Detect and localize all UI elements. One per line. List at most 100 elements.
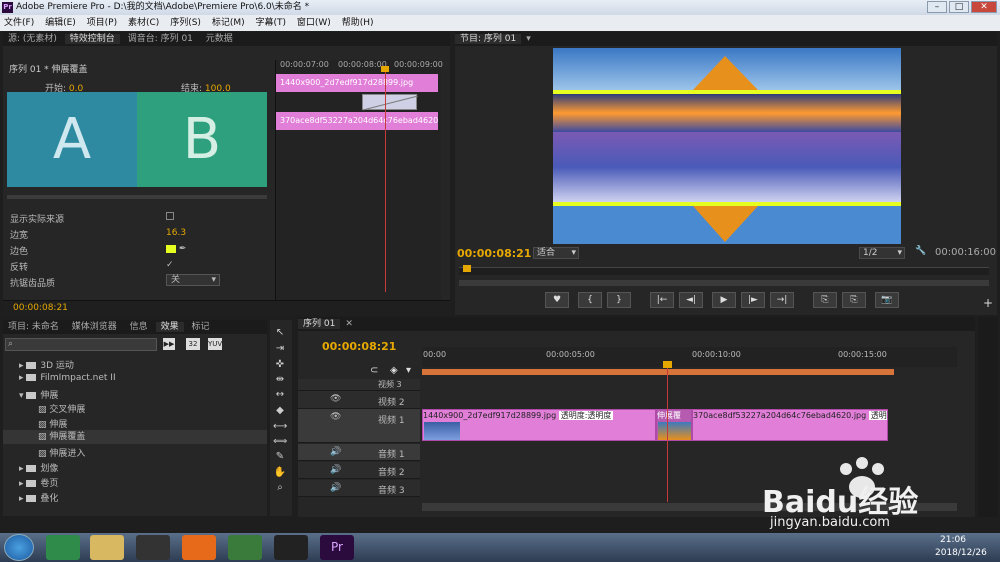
ripple-edit-tool-icon[interactable]: ✜ — [273, 358, 287, 371]
selection-tool-icon[interactable]: ↖ — [273, 326, 287, 339]
start-button[interactable] — [4, 534, 34, 561]
mini-transition[interactable] — [362, 94, 419, 111]
show-source-checkbox[interactable] — [166, 212, 174, 220]
mini-playhead-marker[interactable] — [381, 66, 389, 72]
clock-time[interactable]: 21:06 — [940, 535, 966, 545]
menu-edit[interactable]: 编辑(E) — [45, 18, 76, 28]
taskbar-firefox[interactable] — [182, 535, 216, 560]
zoom-tool-icon[interactable]: ⌕ — [273, 481, 287, 494]
hand-tool-icon[interactable]: ✋ — [273, 466, 287, 479]
effects-search-input[interactable]: ⌕ — [5, 338, 157, 351]
effect-item-page-peel[interactable]: ▸ 卷页 — [19, 476, 58, 489]
minimize-button[interactable]: – — [927, 1, 947, 13]
step-forward-button[interactable]: |► — [741, 292, 765, 308]
taskbar-recorder[interactable] — [274, 535, 308, 560]
track-header-a2[interactable]: 🔊 音频 2 — [298, 462, 420, 479]
wrench-icon[interactable]: 🔧 — [915, 246, 926, 256]
tab-markers[interactable]: 标记 — [186, 322, 214, 332]
effect-item-stretch-over[interactable]: ▨ 伸展覆盖 — [3, 430, 267, 444]
taskbar-explorer[interactable] — [90, 535, 124, 560]
menu-marker[interactable]: 标记(M) — [212, 18, 245, 28]
tab-source[interactable]: 源: (无素材) — [3, 34, 62, 44]
track-header-v3[interactable]: 视频 3 — [298, 379, 420, 391]
effect-item-3d-motion[interactable]: ▸ 3D 运动 — [19, 358, 74, 371]
menu-title[interactable]: 字幕(T) — [255, 18, 286, 28]
menu-window[interactable]: 窗口(W) — [297, 18, 331, 28]
accelerated-effects-icon[interactable]: ▶▶ — [163, 338, 175, 350]
work-area-bar[interactable] — [422, 369, 894, 375]
track-header-v2[interactable]: 👁 视频 2 — [298, 391, 420, 409]
add-button-icon[interactable]: + — [983, 296, 993, 310]
tab-effects[interactable]: 效果 — [155, 322, 184, 332]
taskbar-app-1[interactable] — [46, 535, 80, 560]
mini-playhead[interactable] — [385, 70, 386, 292]
yuv-effects-icon[interactable]: YUV — [208, 338, 222, 350]
extract-button[interactable]: ⎘ — [842, 292, 866, 308]
close-icon[interactable]: ✕ — [340, 319, 358, 329]
taskbar-qq[interactable] — [136, 535, 170, 560]
menu-file[interactable]: 文件(F) — [4, 18, 34, 28]
tab-sequence[interactable]: 序列 01 — [298, 319, 341, 329]
add-marker-button[interactable]: ♥ — [545, 292, 569, 308]
timeline-timecode[interactable]: 00:00:08:21 — [322, 340, 396, 353]
effect-item-iris[interactable]: ▸ 划像 — [19, 461, 58, 474]
menu-help[interactable]: 帮助(H) — [342, 18, 374, 28]
go-to-in-button[interactable]: |← — [650, 292, 674, 308]
fit-dropdown[interactable]: 适合 ▾ — [533, 247, 579, 259]
menu-project[interactable]: 项目(P) — [87, 18, 117, 28]
timeline-playhead-marker[interactable] — [663, 361, 672, 368]
track-header-a1[interactable]: 🔊 音频 1 — [298, 444, 420, 461]
taskbar-premiere[interactable]: Pr — [320, 535, 354, 560]
effect-controls-timecode[interactable]: 00:00:08:21 — [13, 303, 68, 313]
export-frame-button[interactable]: 📷 — [875, 292, 899, 308]
eyedropper-icon[interactable]: ✒ — [179, 244, 187, 254]
maximize-button[interactable]: □ — [949, 1, 969, 13]
play-button[interactable]: ▶ — [712, 292, 736, 308]
rate-stretch-tool-icon[interactable]: ↔ — [273, 388, 287, 401]
effect-item-stretch-in[interactable]: ▨ 伸展进入 — [38, 446, 85, 459]
border-color-swatch[interactable] — [166, 244, 176, 253]
timeline-ruler[interactable]: 00:00 00:00:05:00 00:00:10:00 00:00:15:0… — [422, 347, 957, 367]
program-playhead-marker[interactable] — [463, 265, 471, 272]
lift-button[interactable]: ⎘ — [813, 292, 837, 308]
taskbar-camtasia[interactable] — [228, 535, 262, 560]
edit-point-icon[interactable]: ◈ — [390, 365, 398, 376]
go-to-out-button[interactable]: →| — [770, 292, 794, 308]
razor-tool-icon[interactable]: ◆ — [273, 404, 287, 417]
tab-project[interactable]: 项目: 未命名 — [3, 322, 64, 332]
slip-tool-icon[interactable]: ⟷ — [273, 420, 287, 433]
effect-item-stretch-folder[interactable]: ▾ 伸展 — [19, 388, 58, 401]
pen-tool-icon[interactable]: ✎ — [273, 450, 287, 463]
preview-slider[interactable] — [7, 195, 267, 199]
program-scrubber[interactable] — [459, 265, 989, 275]
rolling-edit-tool-icon[interactable]: ⇹ — [273, 373, 287, 386]
mini-clip-a[interactable]: 1440x900_2d7edf917d28899.jpg — [276, 74, 438, 92]
32bit-effects-icon[interactable]: 32 — [186, 338, 200, 350]
close-button[interactable]: ✕ — [971, 1, 997, 13]
border-width-value[interactable]: 16.3 — [166, 228, 186, 238]
effect-item-dissolve[interactable]: ▸ 叠化 — [19, 491, 58, 504]
program-zoom-bar[interactable] — [459, 280, 989, 286]
tab-metadata[interactable]: 元数据 — [201, 34, 238, 44]
mark-out-button[interactable]: } — [607, 292, 631, 308]
snap-icon[interactable]: ⊂ — [370, 365, 378, 376]
menu-sequence[interactable]: 序列(S) — [170, 18, 201, 28]
reverse-checkbox[interactable]: ✓ — [166, 260, 174, 270]
effect-item-cross-stretch[interactable]: ▨ 交叉伸展 — [38, 402, 85, 415]
resolution-dropdown[interactable]: 1/2 ▾ — [859, 247, 905, 259]
effect-item-stretch[interactable]: ▨ 伸展 — [38, 417, 67, 430]
slide-tool-icon[interactable]: ⟺ — [273, 435, 287, 448]
border-color-swatch-wrap[interactable]: ✒ — [166, 244, 186, 254]
track-header-a3[interactable]: 🔊 音频 3 — [298, 480, 420, 497]
program-timecode[interactable]: 00:00:08:21 — [457, 247, 531, 260]
step-back-button[interactable]: ◄| — [679, 292, 703, 308]
chevron-down-icon[interactable]: ▾ — [521, 34, 536, 44]
tab-info[interactable]: 信息 — [125, 322, 153, 332]
timeline-transition[interactable]: 伸展覆 — [656, 409, 692, 441]
add-marker-icon[interactable]: ▾ — [406, 365, 411, 376]
timeline-playhead[interactable] — [667, 365, 668, 502]
antialias-dropdown[interactable]: 关 ▾ — [166, 274, 220, 286]
clock-date[interactable]: 2018/12/26 — [935, 548, 987, 558]
tab-effect-controls[interactable]: 特效控制台 — [64, 34, 120, 44]
tab-audio-mixer[interactable]: 调音台: 序列 01 — [123, 34, 198, 44]
